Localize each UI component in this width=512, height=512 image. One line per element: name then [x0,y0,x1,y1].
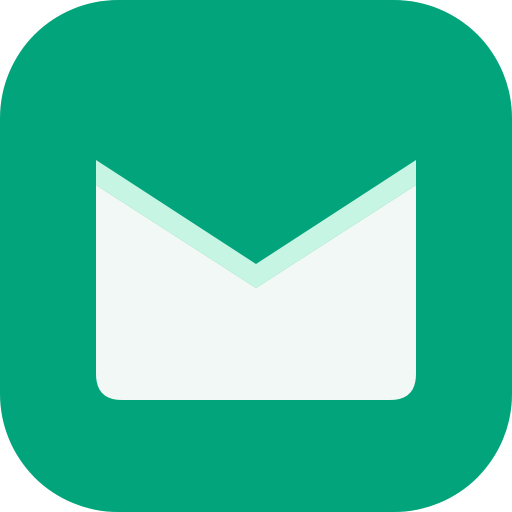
icon-background-tile [0,0,512,512]
app-icon [0,0,512,512]
mail-icon [0,0,512,512]
